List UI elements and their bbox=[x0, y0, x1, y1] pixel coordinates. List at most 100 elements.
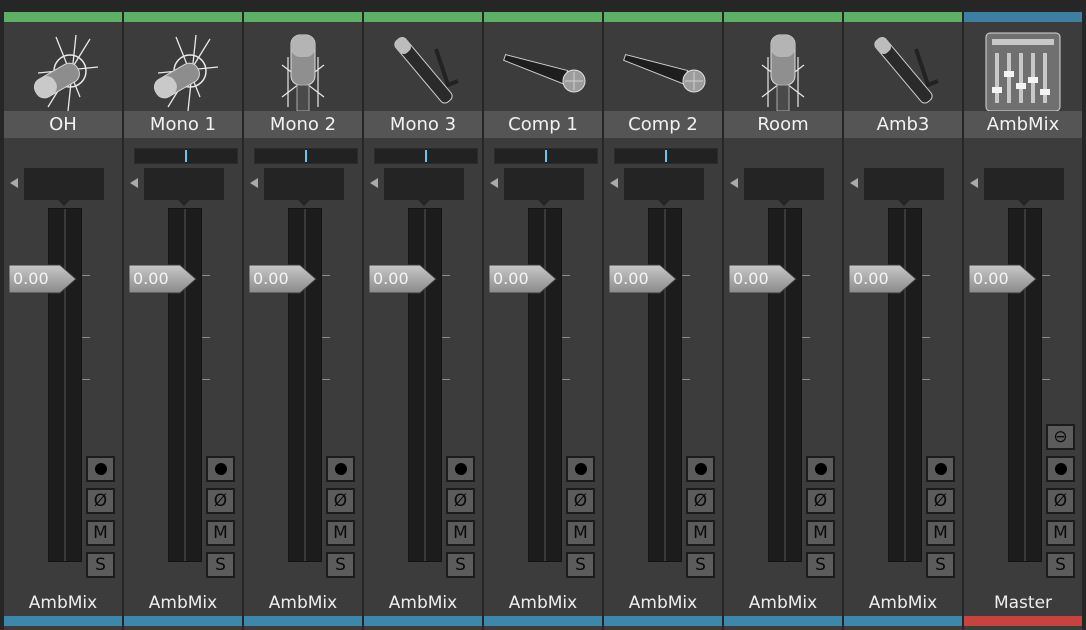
output-routing-button[interactable]: Master bbox=[964, 590, 1082, 616]
fader-handle[interactable]: 0.00 bbox=[488, 264, 557, 294]
record-arm-button[interactable] bbox=[206, 456, 235, 482]
output-routing-button[interactable]: AmbMix bbox=[484, 590, 602, 616]
send-display[interactable] bbox=[624, 168, 704, 206]
fader-handle[interactable]: 0.00 bbox=[968, 264, 1037, 294]
phase-invert-button[interactable]: Ø bbox=[86, 488, 115, 514]
send-display[interactable] bbox=[384, 168, 464, 206]
mute-button[interactable]: M bbox=[86, 520, 115, 546]
collapse-arrow-icon[interactable] bbox=[730, 178, 738, 188]
pan-slider[interactable] bbox=[254, 148, 358, 164]
fader-track[interactable] bbox=[528, 208, 562, 562]
phase-invert-button[interactable]: Ø bbox=[686, 488, 715, 514]
phase-invert-button[interactable]: Ø bbox=[446, 488, 475, 514]
track-name-label[interactable]: Room bbox=[724, 111, 842, 138]
track-name-label[interactable]: AmbMix bbox=[964, 111, 1082, 138]
send-display[interactable] bbox=[264, 168, 344, 206]
mixer-console-icon[interactable] bbox=[964, 22, 1082, 122]
fader-handle[interactable]: 0.00 bbox=[128, 264, 197, 294]
mute-button[interactable]: M bbox=[926, 520, 955, 546]
mute-button[interactable]: M bbox=[1046, 520, 1075, 546]
fader-track[interactable] bbox=[48, 208, 82, 562]
send-display[interactable] bbox=[24, 168, 104, 206]
record-arm-button[interactable] bbox=[926, 456, 955, 482]
collapse-arrow-icon[interactable] bbox=[490, 178, 498, 188]
studio-mic-icon[interactable] bbox=[724, 22, 842, 122]
track-name-label[interactable]: Comp 2 bbox=[604, 111, 722, 138]
solo-button[interactable]: S bbox=[446, 552, 475, 578]
record-arm-button[interactable] bbox=[326, 456, 355, 482]
collapse-arrow-icon[interactable] bbox=[610, 178, 618, 188]
solo-button[interactable]: S bbox=[326, 552, 355, 578]
collapse-arrow-icon[interactable] bbox=[10, 178, 18, 188]
output-routing-button[interactable]: AmbMix bbox=[844, 590, 962, 616]
solo-button[interactable]: S bbox=[1046, 552, 1075, 578]
send-display[interactable] bbox=[864, 168, 944, 206]
pencil-mic-icon[interactable] bbox=[364, 22, 482, 122]
fader-handle[interactable]: 0.00 bbox=[248, 264, 317, 294]
fader-track[interactable] bbox=[648, 208, 682, 562]
stereo-link-button[interactable]: ⊖ bbox=[1046, 424, 1075, 450]
solo-button[interactable]: S bbox=[566, 552, 595, 578]
pan-slider[interactable] bbox=[614, 148, 718, 164]
fader-track[interactable] bbox=[888, 208, 922, 562]
mute-button[interactable]: M bbox=[566, 520, 595, 546]
track-name-label[interactable]: Amb3 bbox=[844, 111, 962, 138]
handheld-mic-icon[interactable] bbox=[604, 22, 722, 122]
collapse-arrow-icon[interactable] bbox=[970, 178, 978, 188]
output-routing-button[interactable]: AmbMix bbox=[724, 590, 842, 616]
fader-handle[interactable]: 0.00 bbox=[608, 264, 677, 294]
fader-handle[interactable]: 0.00 bbox=[728, 264, 797, 294]
solo-button[interactable]: S bbox=[86, 552, 115, 578]
mute-button[interactable]: M bbox=[806, 520, 835, 546]
track-name-label[interactable]: OH bbox=[4, 111, 122, 138]
pan-slider[interactable] bbox=[134, 148, 238, 164]
send-display[interactable] bbox=[984, 168, 1064, 206]
track-name-label[interactable]: Comp 1 bbox=[484, 111, 602, 138]
handheld-mic-icon[interactable] bbox=[484, 22, 602, 122]
phase-invert-button[interactable]: Ø bbox=[566, 488, 595, 514]
fader-handle[interactable]: 0.00 bbox=[368, 264, 437, 294]
mute-button[interactable]: M bbox=[206, 520, 235, 546]
record-arm-button[interactable] bbox=[446, 456, 475, 482]
output-routing-button[interactable]: AmbMix bbox=[604, 590, 722, 616]
condenser-mic-angled-icon[interactable] bbox=[4, 22, 122, 122]
record-arm-button[interactable] bbox=[1046, 456, 1075, 482]
mute-button[interactable]: M bbox=[326, 520, 355, 546]
output-routing-button[interactable]: AmbMix bbox=[364, 590, 482, 616]
track-name-label[interactable]: Mono 2 bbox=[244, 111, 362, 138]
phase-invert-button[interactable]: Ø bbox=[326, 488, 355, 514]
output-routing-button[interactable]: AmbMix bbox=[4, 590, 122, 616]
phase-invert-button[interactable]: Ø bbox=[206, 488, 235, 514]
mute-button[interactable]: M bbox=[446, 520, 475, 546]
pencil-mic-icon[interactable] bbox=[844, 22, 962, 122]
phase-invert-button[interactable]: Ø bbox=[926, 488, 955, 514]
pan-slider[interactable] bbox=[494, 148, 598, 164]
studio-mic-icon[interactable] bbox=[244, 22, 362, 122]
output-routing-button[interactable]: AmbMix bbox=[244, 590, 362, 616]
collapse-arrow-icon[interactable] bbox=[370, 178, 378, 188]
fader-track[interactable] bbox=[1008, 208, 1042, 562]
record-arm-button[interactable] bbox=[806, 456, 835, 482]
pan-slider[interactable] bbox=[374, 148, 478, 164]
fader-handle[interactable]: 0.00 bbox=[848, 264, 917, 294]
fader-handle[interactable]: 0.00 bbox=[8, 264, 77, 294]
fader-track[interactable] bbox=[288, 208, 322, 562]
collapse-arrow-icon[interactable] bbox=[850, 178, 858, 188]
track-name-label[interactable]: Mono 1 bbox=[124, 111, 242, 138]
phase-invert-button[interactable]: Ø bbox=[806, 488, 835, 514]
send-display[interactable] bbox=[144, 168, 224, 206]
solo-button[interactable]: S bbox=[806, 552, 835, 578]
solo-button[interactable]: S bbox=[206, 552, 235, 578]
solo-button[interactable]: S bbox=[926, 552, 955, 578]
send-display[interactable] bbox=[504, 168, 584, 206]
send-display[interactable] bbox=[744, 168, 824, 206]
record-arm-button[interactable] bbox=[566, 456, 595, 482]
track-name-label[interactable]: Mono 3 bbox=[364, 111, 482, 138]
fader-track[interactable] bbox=[408, 208, 442, 562]
collapse-arrow-icon[interactable] bbox=[130, 178, 138, 188]
record-arm-button[interactable] bbox=[686, 456, 715, 482]
record-arm-button[interactable] bbox=[86, 456, 115, 482]
output-routing-button[interactable]: AmbMix bbox=[124, 590, 242, 616]
mute-button[interactable]: M bbox=[686, 520, 715, 546]
collapse-arrow-icon[interactable] bbox=[250, 178, 258, 188]
